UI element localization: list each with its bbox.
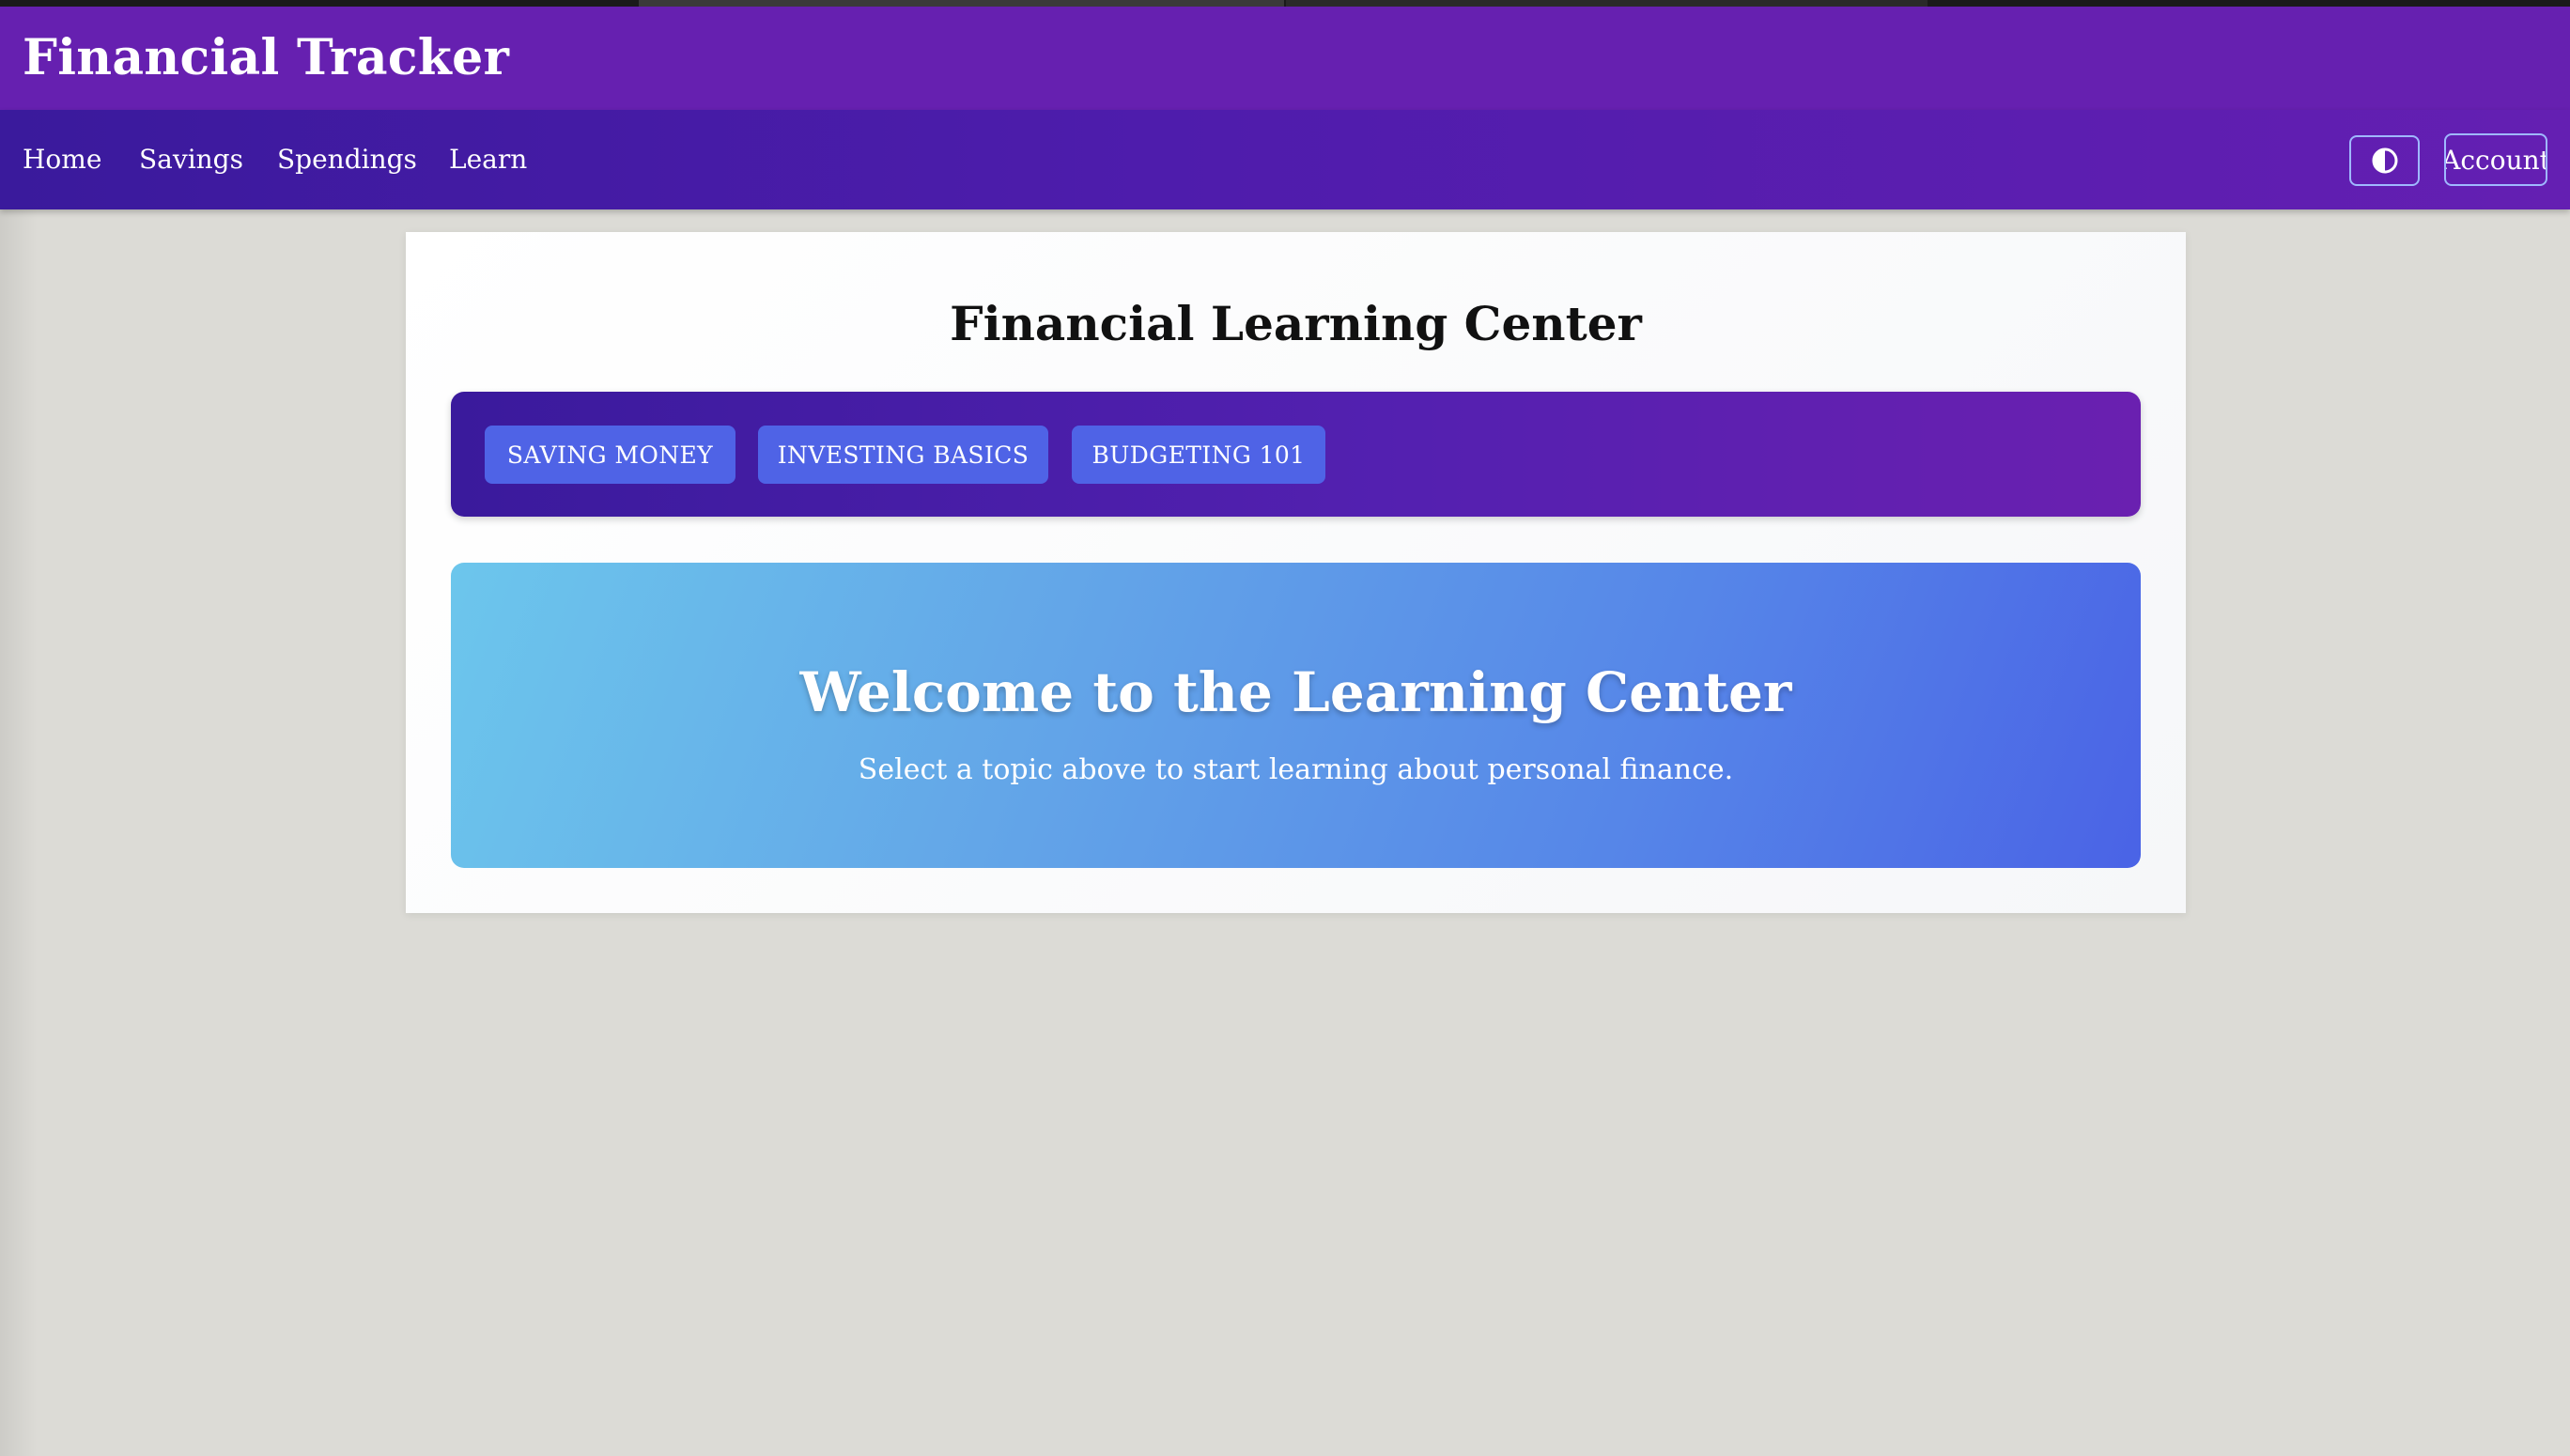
main-nav: Home Savings Spendings Learn Account	[0, 110, 2570, 209]
account-button[interactable]: Account	[2444, 133, 2547, 186]
nav-link-home[interactable]: Home	[23, 144, 101, 176]
topic-button-investing-basics[interactable]: INVESTING BASICS	[758, 426, 1048, 484]
nav-link-savings[interactable]: Savings	[139, 144, 243, 176]
browser-tab-strip	[0, 0, 2570, 7]
topic-button-budgeting-101[interactable]: BUDGETING 101	[1072, 426, 1325, 484]
nav-link-learn[interactable]: Learn	[449, 144, 527, 176]
topic-selector: SAVING MONEY INVESTING BASICS BUDGETING …	[451, 392, 2141, 517]
app-title: Financial Tracker	[23, 29, 510, 86]
browser-tab[interactable]	[639, 0, 1284, 7]
topic-button-saving-money[interactable]: SAVING MONEY	[485, 426, 735, 484]
nav-link-spendings[interactable]: Spendings	[277, 144, 417, 176]
welcome-title: Welcome to the Learning Center	[799, 660, 1792, 724]
welcome-subtitle: Select a topic above to start learning a…	[858, 753, 1734, 786]
welcome-panel: Welcome to the Learning Center Select a …	[451, 563, 2141, 868]
learning-center-card: Financial Learning Center SAVING MONEY I…	[406, 232, 2186, 913]
page-title: Financial Learning Center	[950, 296, 1642, 351]
window-edge-shadow	[0, 209, 38, 1456]
app-header: Financial Tracker	[0, 7, 2570, 110]
contrast-icon	[2372, 147, 2397, 174]
theme-toggle-button[interactable]	[2349, 135, 2420, 186]
browser-tab[interactable]	[1286, 0, 1928, 7]
app-window: Financial Tracker Home Savings Spendings…	[0, 0, 2570, 1456]
